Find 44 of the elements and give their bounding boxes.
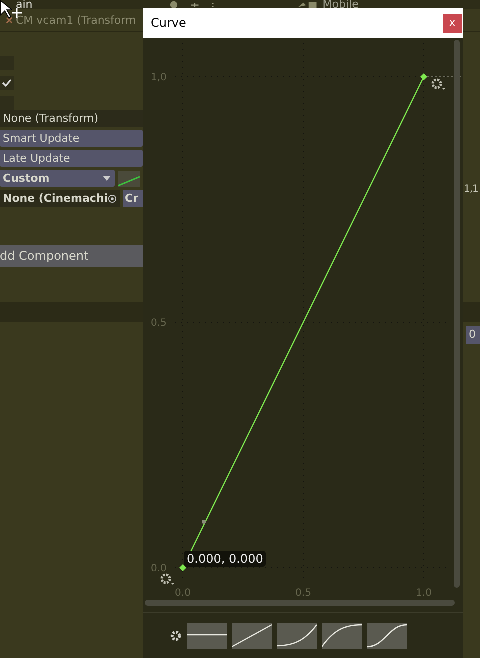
axis-label: 0.0 bbox=[151, 564, 167, 574]
keyframe[interactable] bbox=[420, 73, 428, 81]
value-tooltip: 0.000, 0.000 bbox=[184, 551, 266, 567]
tangent-handle[interactable] bbox=[202, 520, 206, 524]
object-field[interactable]: None (Transform) bbox=[0, 110, 143, 127]
settings-icon[interactable] bbox=[170, 630, 182, 642]
axis-label: 0.5 bbox=[151, 318, 167, 329]
create-button[interactable]: Cr bbox=[123, 190, 143, 207]
checkbox[interactable] bbox=[0, 76, 14, 90]
caret-icon bbox=[103, 176, 111, 181]
scrollbar[interactable] bbox=[454, 40, 460, 588]
dropdown[interactable]: Custom bbox=[0, 170, 115, 187]
curve-preset[interactable] bbox=[277, 622, 317, 648]
cross-icon bbox=[6, 16, 13, 24]
close-button[interactable]: x bbox=[443, 14, 462, 32]
object-field[interactable]: None (Cinemachi bbox=[0, 190, 120, 207]
keyframe[interactable] bbox=[179, 564, 187, 572]
number-field[interactable]: 0 bbox=[466, 326, 480, 344]
gear-icon[interactable] bbox=[432, 78, 446, 90]
device-label: Mobile bbox=[322, 0, 359, 9]
extension-line bbox=[426, 76, 462, 78]
curve-swatch[interactable] bbox=[118, 170, 140, 186]
component-title: CM vcam1 (Transform bbox=[16, 14, 136, 26]
axis-label: 0.5 bbox=[296, 588, 312, 599]
axis-label: 1.0 bbox=[416, 588, 432, 599]
window-title: Curve bbox=[151, 16, 186, 30]
curve-preset[interactable] bbox=[322, 622, 362, 648]
dropdown[interactable]: Smart Update bbox=[0, 130, 143, 147]
add-component-button[interactable]: dd Component bbox=[0, 245, 143, 267]
more-icon[interactable] bbox=[210, 3, 215, 9]
help-icon[interactable] bbox=[168, 1, 179, 9]
value-label: 1,1 bbox=[464, 184, 478, 195]
curve-preset[interactable] bbox=[232, 622, 272, 648]
tab-title: ain bbox=[16, 0, 33, 9]
pin-icon[interactable] bbox=[188, 3, 201, 9]
scrollbar[interactable] bbox=[145, 600, 455, 606]
curve-preset[interactable] bbox=[187, 622, 227, 648]
layer-icon bbox=[296, 2, 319, 9]
dropdown[interactable]: Late Update bbox=[0, 150, 143, 167]
axis-label: 0.0 bbox=[175, 588, 191, 599]
curve-preset[interactable] bbox=[367, 622, 407, 648]
target-icon[interactable] bbox=[108, 194, 117, 204]
axis-label: 1,0 bbox=[151, 72, 167, 84]
gear-icon[interactable] bbox=[160, 574, 175, 585]
